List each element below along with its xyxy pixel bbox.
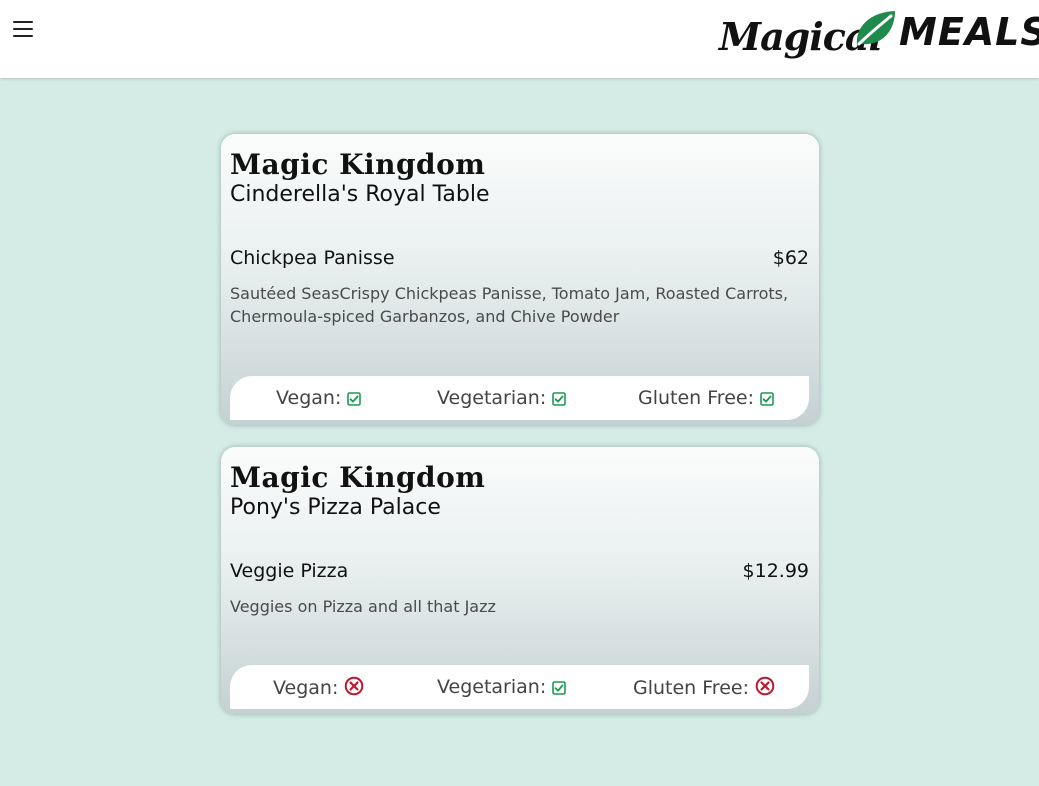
vegetarian-status: Vegetarian: [437, 676, 567, 700]
park-name: Magic Kingdom [230, 148, 486, 181]
vegetarian-status: Vegetarian: [437, 387, 567, 411]
x-circle-icon [755, 676, 775, 701]
vegetarian-label: Vegetarian: [437, 387, 547, 409]
vegan-label: Vegan: [276, 387, 342, 409]
dish-description: Sautéed SeasCrispy Chickpeas Panisse, To… [230, 284, 789, 326]
x-circle-icon [344, 676, 364, 701]
restaurant-name: Cinderella's Royal Table [230, 182, 490, 207]
check-square-icon [347, 389, 362, 411]
vegan-label: Vegan: [273, 677, 339, 699]
vegan-status: Vegan: [273, 676, 364, 701]
hamburger-menu-icon[interactable] [13, 21, 33, 37]
gluten-free-label: Gluten Free: [633, 677, 749, 699]
check-square-icon [552, 678, 567, 700]
leaf-icon [856, 11, 895, 46]
dish-name: Chickpea Panisse [230, 247, 395, 269]
restaurant-name: Pony's Pizza Palace [230, 495, 441, 520]
gluten-free-status: Gluten Free: [633, 676, 775, 701]
vegetarian-label: Vegetarian: [437, 676, 547, 698]
top-navigation-bar: Magical MEALS [0, 0, 1039, 78]
meal-card[interactable]: Magic Kingdom Pony's Pizza Palace Veggie… [221, 447, 819, 714]
check-square-icon [760, 389, 774, 411]
gluten-free-status: Gluten Free: [638, 387, 774, 411]
check-square-icon [552, 389, 567, 411]
gluten-free-label: Gluten Free: [638, 387, 754, 409]
dietary-info-bar: Vegan: Vegetarian: Gluten Free: [230, 376, 809, 420]
dietary-info-bar: Vegan: Vegetarian: Gluten Free: [230, 665, 809, 709]
logo-word-meals: MEALS [899, 10, 1039, 54]
dish-name: Veggie Pizza [230, 560, 349, 582]
dish-price: $62 [772, 247, 809, 269]
park-name: Magic Kingdom [230, 461, 486, 494]
vegan-status: Vegan: [276, 387, 362, 411]
meal-card[interactable]: Magic Kingdom Cinderella's Royal Table C… [221, 134, 819, 425]
dish-price: $12.99 [742, 560, 809, 582]
dish-description: Veggies on Pizza and all that Jazz [230, 597, 496, 616]
magical-meals-logo[interactable]: Magical MEALS [719, 6, 1039, 66]
